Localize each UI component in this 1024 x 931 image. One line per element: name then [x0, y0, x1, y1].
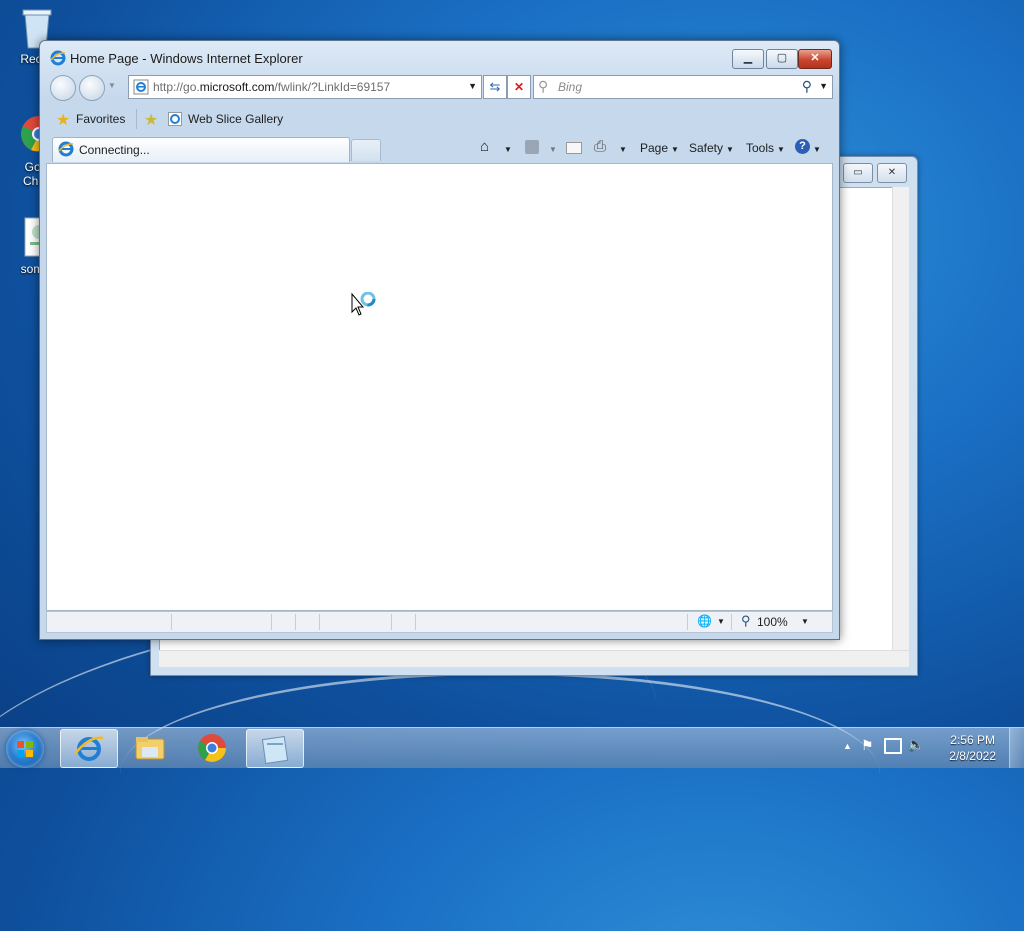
clock[interactable]: 2:56 PM 2/8/2022	[949, 732, 996, 764]
search-box[interactable]: ⚲ Bing ⚲ ▼	[533, 75, 833, 99]
separator	[136, 109, 137, 129]
clock-date: 2/8/2022	[949, 749, 996, 763]
ie-icon	[58, 141, 74, 160]
close-button[interactable]: ✕	[877, 163, 907, 183]
chrome-icon	[198, 734, 226, 762]
notepad-icon	[261, 736, 289, 764]
favorites-bar: ★ Favorites ★ Web Slice Gallery	[46, 107, 833, 133]
ie-icon	[50, 50, 66, 66]
horizontal-scrollbar[interactable]	[159, 650, 909, 667]
protected-mode-dropdown-icon[interactable]: ▼	[717, 617, 725, 626]
home-dropdown-icon[interactable]: ▼	[504, 145, 512, 154]
address-dropdown-icon[interactable]: ▼	[468, 81, 477, 91]
search-dropdown-icon[interactable]: ▼	[819, 81, 828, 91]
back-button[interactable]	[50, 75, 76, 101]
vertical-scrollbar[interactable]	[892, 187, 909, 651]
stop-button[interactable]: ✕	[507, 75, 531, 99]
address-prefix: http://go.	[153, 80, 200, 94]
web-slice-gallery-link[interactable]: Web Slice Gallery	[188, 112, 283, 126]
navigation-bar: ▼ http://go.microsoft.com/fwlink/?LinkId…	[46, 73, 833, 103]
feeds-icon[interactable]	[525, 140, 539, 154]
network-icon[interactable]	[884, 738, 902, 754]
window-title: Home Page - Windows Internet Explorer	[70, 51, 303, 66]
new-tab-button[interactable]	[351, 139, 381, 161]
taskbar-windows-explorer[interactable]	[122, 729, 178, 766]
home-button[interactable]: ⌂	[480, 138, 489, 155]
page-menu[interactable]: Page ▼	[640, 141, 679, 155]
show-hidden-icons-icon[interactable]: ▲	[843, 741, 852, 751]
help-dropdown-icon[interactable]: ▼	[813, 145, 821, 154]
command-bar: Connecting... ⌂ ▼ ▼ ⎙ ▼ Page ▼ Safety ▼ To…	[46, 135, 833, 163]
busy-cursor-icon	[351, 291, 379, 321]
taskbar-chrome[interactable]	[184, 729, 240, 766]
page-content[interactable]	[46, 163, 833, 611]
feeds-dropdown-icon[interactable]: ▼	[549, 145, 557, 154]
taskbar-notepad[interactable]	[246, 729, 304, 768]
search-icon: ⚲	[538, 78, 549, 94]
maximize-button[interactable]: ▭	[843, 163, 873, 183]
tab-home-page[interactable]: Connecting...	[52, 137, 350, 162]
title-bar[interactable]: Home Page - Windows Internet Explorer ▁ …	[40, 41, 839, 75]
start-button[interactable]	[6, 730, 44, 768]
print-dropdown-icon[interactable]: ▼	[619, 145, 627, 154]
address-bar[interactable]: http://go.microsoft.com/fwlink/?LinkId=6…	[128, 75, 482, 99]
maximize-button[interactable]: ▢	[766, 49, 798, 69]
print-icon[interactable]: ⎙	[594, 138, 606, 155]
taskbar: ▲ ⚑ 🔈 2:56 PM 2/8/2022	[0, 727, 1024, 768]
status-bar: 🌐 ▼ ⚲ 100% ▼	[46, 611, 833, 633]
favorites-star-icon: ★	[56, 112, 71, 129]
close-button[interactable]: ✕	[798, 49, 832, 69]
favorites-button[interactable]: Favorites	[76, 112, 125, 126]
safety-menu-label: Safety	[689, 141, 724, 155]
folder-icon	[135, 737, 165, 760]
volume-icon[interactable]: 🔈	[907, 736, 924, 753]
zoom-level[interactable]: 100%	[757, 615, 788, 629]
internet-explorer-window: Home Page - Windows Internet Explorer ▁ …	[39, 40, 840, 640]
windows-logo-icon	[17, 741, 33, 757]
tools-menu-label: Tools	[746, 141, 775, 155]
page-menu-label: Page	[640, 141, 669, 155]
refresh-button[interactable]: ⇆	[483, 75, 507, 99]
zoom-dropdown-icon[interactable]: ▼	[801, 617, 809, 626]
search-go-icon[interactable]: ⚲	[802, 78, 812, 95]
ie-page-icon	[168, 112, 182, 129]
page-icon	[133, 79, 149, 98]
address-suffix: /fwlink/?LinkId=69157	[274, 80, 391, 94]
action-center-flag-icon[interactable]: ⚑	[861, 737, 874, 754]
help-icon[interactable]: ?	[795, 139, 810, 154]
recent-pages-dropdown-icon[interactable]: ▼	[108, 81, 116, 90]
minimize-button[interactable]: ▁	[732, 49, 764, 69]
add-to-favorites-icon[interactable]: ★	[144, 110, 158, 130]
tools-menu[interactable]: Tools ▼	[746, 141, 785, 155]
tab-label: Connecting...	[79, 143, 150, 157]
ie-icon	[74, 736, 104, 761]
zoom-icon[interactable]: ⚲	[741, 613, 751, 629]
protected-mode-icon[interactable]: 🌐	[697, 614, 712, 628]
taskbar-internet-explorer[interactable]	[60, 729, 118, 768]
forward-button[interactable]	[79, 75, 105, 101]
show-desktop-button[interactable]	[1009, 728, 1024, 768]
search-placeholder: Bing	[558, 80, 583, 94]
system-tray: ▲ ⚑ 🔈 2:56 PM 2/8/2022	[839, 728, 1024, 768]
address-domain: microsoft.com	[199, 80, 275, 94]
mail-icon[interactable]	[566, 142, 582, 154]
clock-time: 2:56 PM	[950, 733, 995, 747]
safety-menu[interactable]: Safety ▼	[689, 141, 734, 155]
